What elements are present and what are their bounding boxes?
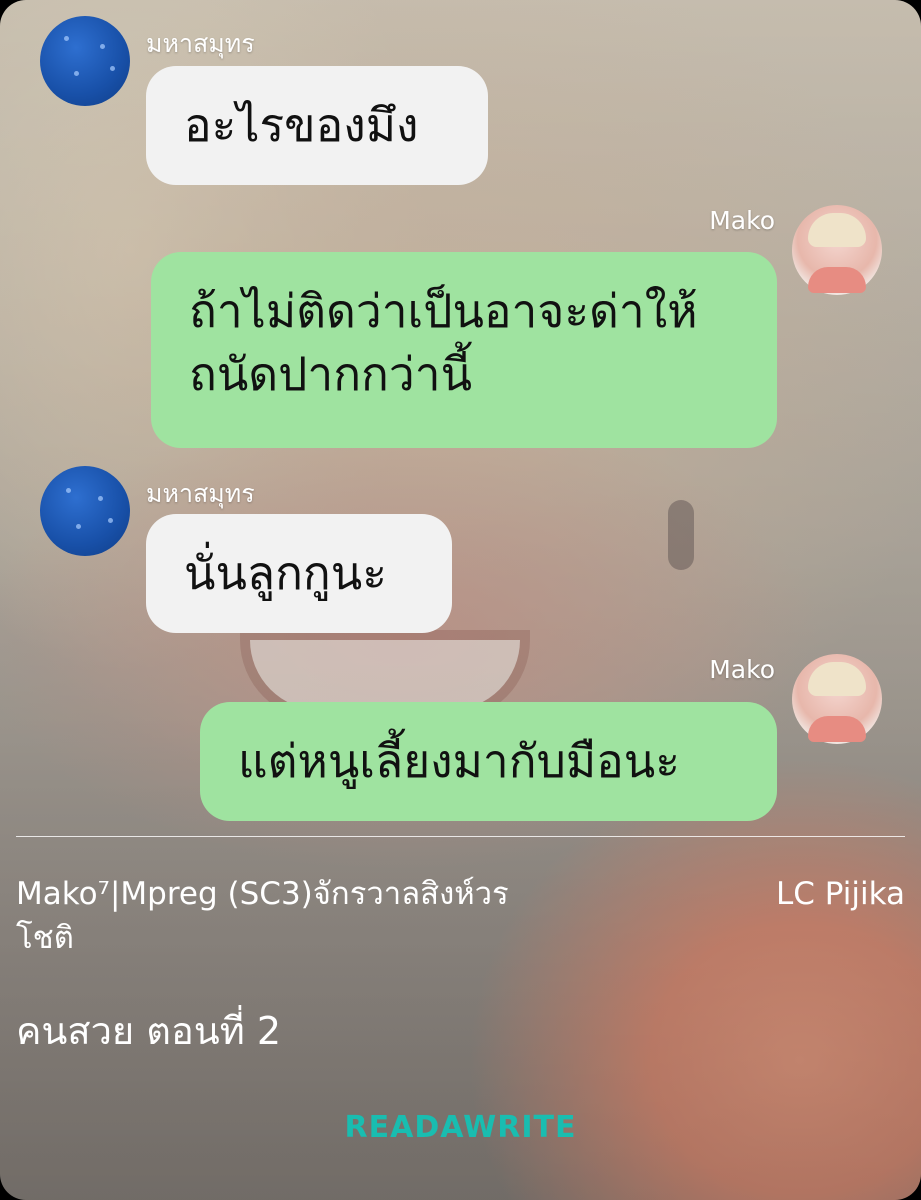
sender-name: Mako — [709, 206, 775, 235]
logo-text: READAWRITE — [344, 1110, 577, 1145]
divider — [16, 836, 905, 837]
chat-card: มหาสมุทร อะไรของมึง Mako ถ้าไม่ติดว่าเป็… — [0, 0, 921, 1200]
message-bubble[interactable]: ถ้าไม่ติดว่าเป็นอาจะด่าให้ถนัดปากกว่านี้ — [151, 252, 777, 448]
sender-name: มหาสมุทร — [146, 479, 255, 508]
story-tags[interactable]: Mako⁷|Mpreg (SC3)จักรวาลสิงห์วรโชติ — [16, 872, 556, 960]
sender-avatar[interactable] — [792, 205, 882, 295]
author-credit[interactable]: LC Pijika — [776, 872, 905, 916]
sender-avatar[interactable] — [792, 654, 882, 744]
sender-avatar[interactable] — [40, 466, 130, 556]
sender-name: Mako — [709, 655, 775, 684]
readawrite-logo: READAWRITE — [0, 1110, 921, 1145]
message-bubble[interactable]: นั่นลูกกูนะ — [146, 514, 452, 633]
sender-avatar[interactable] — [40, 16, 130, 106]
sender-name: มหาสมุทร — [146, 29, 255, 58]
message-bubble[interactable]: แต่หนูเลี้ยงมากับมือนะ — [200, 702, 777, 821]
chapter-title[interactable]: คนสวย ตอนที่ 2 — [16, 1000, 281, 1061]
message-bubble[interactable]: อะไรของมึง — [146, 66, 488, 185]
